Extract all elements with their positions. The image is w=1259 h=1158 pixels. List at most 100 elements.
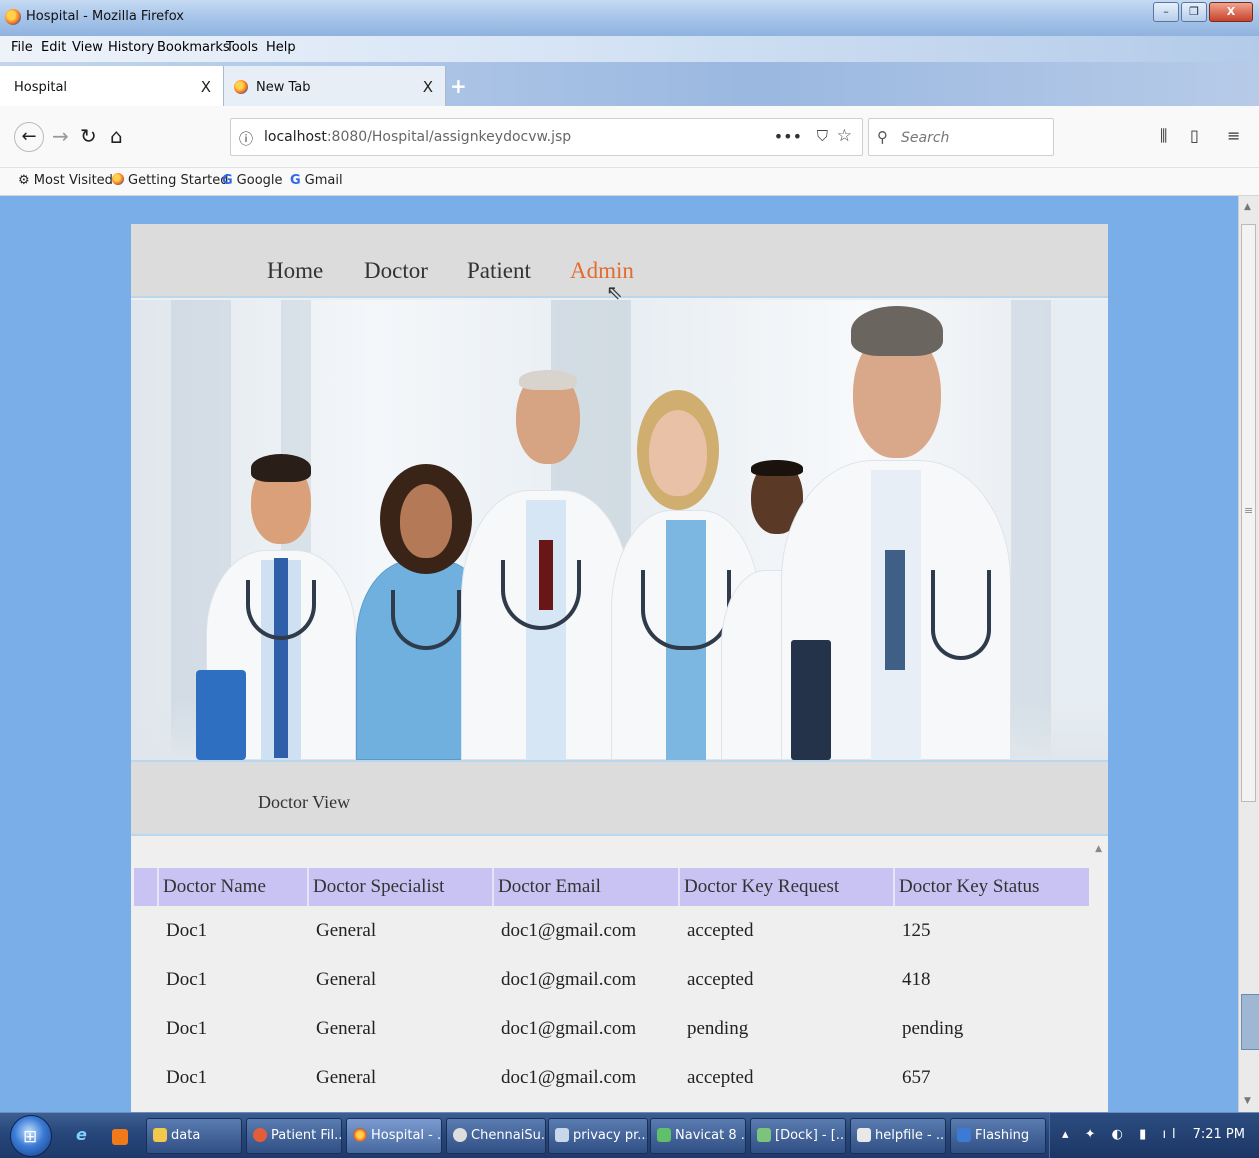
gear-icon: ⚙ xyxy=(18,173,34,188)
menu-edit[interactable]: Edit xyxy=(41,40,66,55)
tab-close-icon[interactable]: X xyxy=(423,78,433,96)
minimize-button[interactable]: – xyxy=(1153,2,1179,22)
page-viewport: Home Doctor Patient Admin ⇖ Doctor View … xyxy=(0,196,1238,1112)
taskbar-label: helpfile - ... xyxy=(875,1128,946,1143)
document-icon xyxy=(555,1128,569,1142)
taskbar-label: ChennaiSu... xyxy=(471,1128,546,1143)
taskbar-button-dock[interactable]: [Dock] - [... xyxy=(750,1118,846,1154)
menu-file[interactable]: File xyxy=(11,40,33,55)
section-title: Doctor View xyxy=(258,792,351,812)
tray-icons[interactable]: ▴ ✦ ◐ ▮ ıl xyxy=(1062,1127,1182,1142)
scroll-up-icon[interactable]: ▲ xyxy=(1244,202,1251,212)
column-header-doctor-specialist: Doctor Specialist xyxy=(307,868,493,906)
close-button[interactable]: X xyxy=(1209,2,1253,22)
tab-hospital[interactable]: Hospital X xyxy=(0,66,224,106)
scroll-down-icon[interactable]: ▼ xyxy=(1244,1096,1251,1106)
side-panel-tab[interactable] xyxy=(1241,994,1259,1050)
row-spacer xyxy=(134,906,158,955)
cell-key-status: 657 xyxy=(902,1066,931,1088)
bookmark-label: Getting Started xyxy=(128,173,229,188)
table-row: Doc1 General doc1@gmail.com accepted 418 xyxy=(134,955,1089,1004)
tab-close-icon[interactable]: X xyxy=(201,78,211,96)
table-row: Doc1 General doc1@gmail.com pending pend… xyxy=(134,1004,1089,1053)
navicat-icon xyxy=(657,1128,671,1142)
table-row: Doc1 General doc1@gmail.com accepted 657 xyxy=(134,1053,1089,1102)
folder-icon xyxy=(153,1128,167,1142)
cell-doctor-name: Doc1 xyxy=(166,919,208,941)
cell-doctor-specialist: General xyxy=(316,919,377,941)
firefox-icon xyxy=(5,9,21,25)
menu-history[interactable]: History xyxy=(108,40,154,55)
pocket-icon[interactable]: ⛉ xyxy=(817,127,828,145)
taskbar-label: Navicat 8 ... xyxy=(675,1128,746,1143)
taskbar-button-flashing[interactable]: Flashing xyxy=(950,1118,1046,1154)
nav-link-admin[interactable]: Admin xyxy=(570,258,634,284)
menu-help[interactable]: Help xyxy=(266,40,296,55)
maximize-button[interactable]: ❐ xyxy=(1181,2,1207,22)
menu-view[interactable]: View xyxy=(72,40,103,55)
cell-doctor-specialist: General xyxy=(316,1017,377,1039)
column-header-doctor-name: Doctor Name xyxy=(157,868,308,906)
sidebar-icon[interactable]: ▯ xyxy=(1190,126,1199,145)
page-scrollbar[interactable]: ▲ ≡ ▼ xyxy=(1238,196,1259,1112)
internet-explorer-icon[interactable]: e xyxy=(76,1125,87,1144)
bookmark-getting-started[interactable]: Getting Started xyxy=(112,173,229,188)
taskbar-button-patient[interactable]: Patient Fil... xyxy=(246,1118,342,1154)
bookmark-label: Most Visited xyxy=(33,173,113,188)
app-launcher-icon[interactable] xyxy=(112,1129,128,1145)
new-tab-button[interactable]: + xyxy=(450,74,467,98)
bookmark-gmail[interactable]: G Gmail xyxy=(290,173,343,188)
row-spacer xyxy=(134,955,158,1004)
column-header-doctor-key-status: Doctor Key Status xyxy=(893,868,1089,906)
url-text[interactable]: localhost:8080/Hospital/assignkeydocvw.j… xyxy=(264,129,571,145)
tab-strip: Hospital X New Tab X xyxy=(0,62,1259,106)
bookmark-star-icon[interactable]: ☆ xyxy=(837,126,852,146)
tab-new-tab[interactable]: New Tab X xyxy=(224,66,446,106)
forward-icon[interactable]: → xyxy=(52,124,69,148)
taskbar-button-helpfile[interactable]: helpfile - ... xyxy=(850,1118,946,1154)
url-bar[interactable]: ⓘ localhost:8080/Hospital/assignkeydocvw… xyxy=(230,118,863,156)
doctor-table: Doctor Name Doctor Specialist Doctor Ema… xyxy=(134,868,1089,1102)
windows-logo-icon: ⊞ xyxy=(23,1127,38,1147)
page-actions-icon[interactable]: ••• xyxy=(774,127,802,146)
scrollbar-grip-icon: ≡ xyxy=(1244,504,1254,517)
search-input[interactable]: ⚲ Search xyxy=(868,118,1054,156)
nav-link-doctor[interactable]: Doctor xyxy=(364,258,428,284)
taskbar-button-chennai[interactable]: ChennaiSu... xyxy=(446,1118,546,1154)
page-container: Home Doctor Patient Admin ⇖ Doctor View … xyxy=(131,224,1108,1112)
scroll-up-icon[interactable]: ▲ xyxy=(1095,844,1102,854)
nav-link-patient[interactable]: Patient xyxy=(467,258,531,284)
bookmark-most-visited[interactable]: ⚙ Most Visited xyxy=(18,173,113,188)
table-row: Doc1 General doc1@gmail.com accepted 125 xyxy=(134,906,1089,955)
bookmarks-toolbar: ⚙ Most Visited Getting Started G Google G… xyxy=(0,168,1259,196)
window-titlebar: Hospital - Mozilla Firefox – ❐ X xyxy=(0,0,1259,36)
hamburger-menu-icon[interactable]: ≡ xyxy=(1227,126,1240,145)
taskbar-button-data[interactable]: data xyxy=(146,1118,242,1154)
eclipse-icon xyxy=(453,1128,467,1142)
taskbar-button-navicat[interactable]: Navicat 8 ... xyxy=(650,1118,746,1154)
library-icon[interactable]: ⫼ xyxy=(1160,126,1167,146)
column-header-doctor-key-request: Doctor Key Request xyxy=(678,868,894,906)
cell-doctor-name: Doc1 xyxy=(166,1017,208,1039)
menu-tools[interactable]: Tools xyxy=(226,40,258,55)
taskbar-button-privacy[interactable]: privacy pr... xyxy=(548,1118,648,1154)
section-header: Doctor View xyxy=(131,760,1108,836)
cell-doctor-specialist: General xyxy=(316,1066,377,1088)
reload-icon[interactable]: ↻ xyxy=(80,124,97,148)
google-icon: G xyxy=(222,173,233,188)
menu-bar: File Edit View History Bookmarks Tools H… xyxy=(0,36,1259,62)
row-spacer xyxy=(134,1053,158,1102)
cell-doctor-name: Doc1 xyxy=(166,968,208,990)
cell-doctor-email: doc1@gmail.com xyxy=(501,1017,637,1039)
home-icon[interactable]: ⌂ xyxy=(110,124,123,148)
bookmark-google[interactable]: G Google xyxy=(222,173,283,188)
menu-bookmarks[interactable]: Bookmarks xyxy=(157,40,230,55)
nav-link-home[interactable]: Home xyxy=(267,258,323,284)
back-icon[interactable]: ← xyxy=(14,122,44,152)
taskbar-label: Flashing xyxy=(975,1128,1030,1143)
taskbar-button-hospital[interactable]: Hospital - ... xyxy=(346,1118,442,1154)
info-icon[interactable]: ⓘ xyxy=(239,129,253,149)
cell-doctor-name: Doc1 xyxy=(166,1066,208,1088)
start-button[interactable]: ⊞ xyxy=(10,1115,52,1157)
system-clock[interactable]: 7:21 PM xyxy=(1193,1127,1245,1142)
